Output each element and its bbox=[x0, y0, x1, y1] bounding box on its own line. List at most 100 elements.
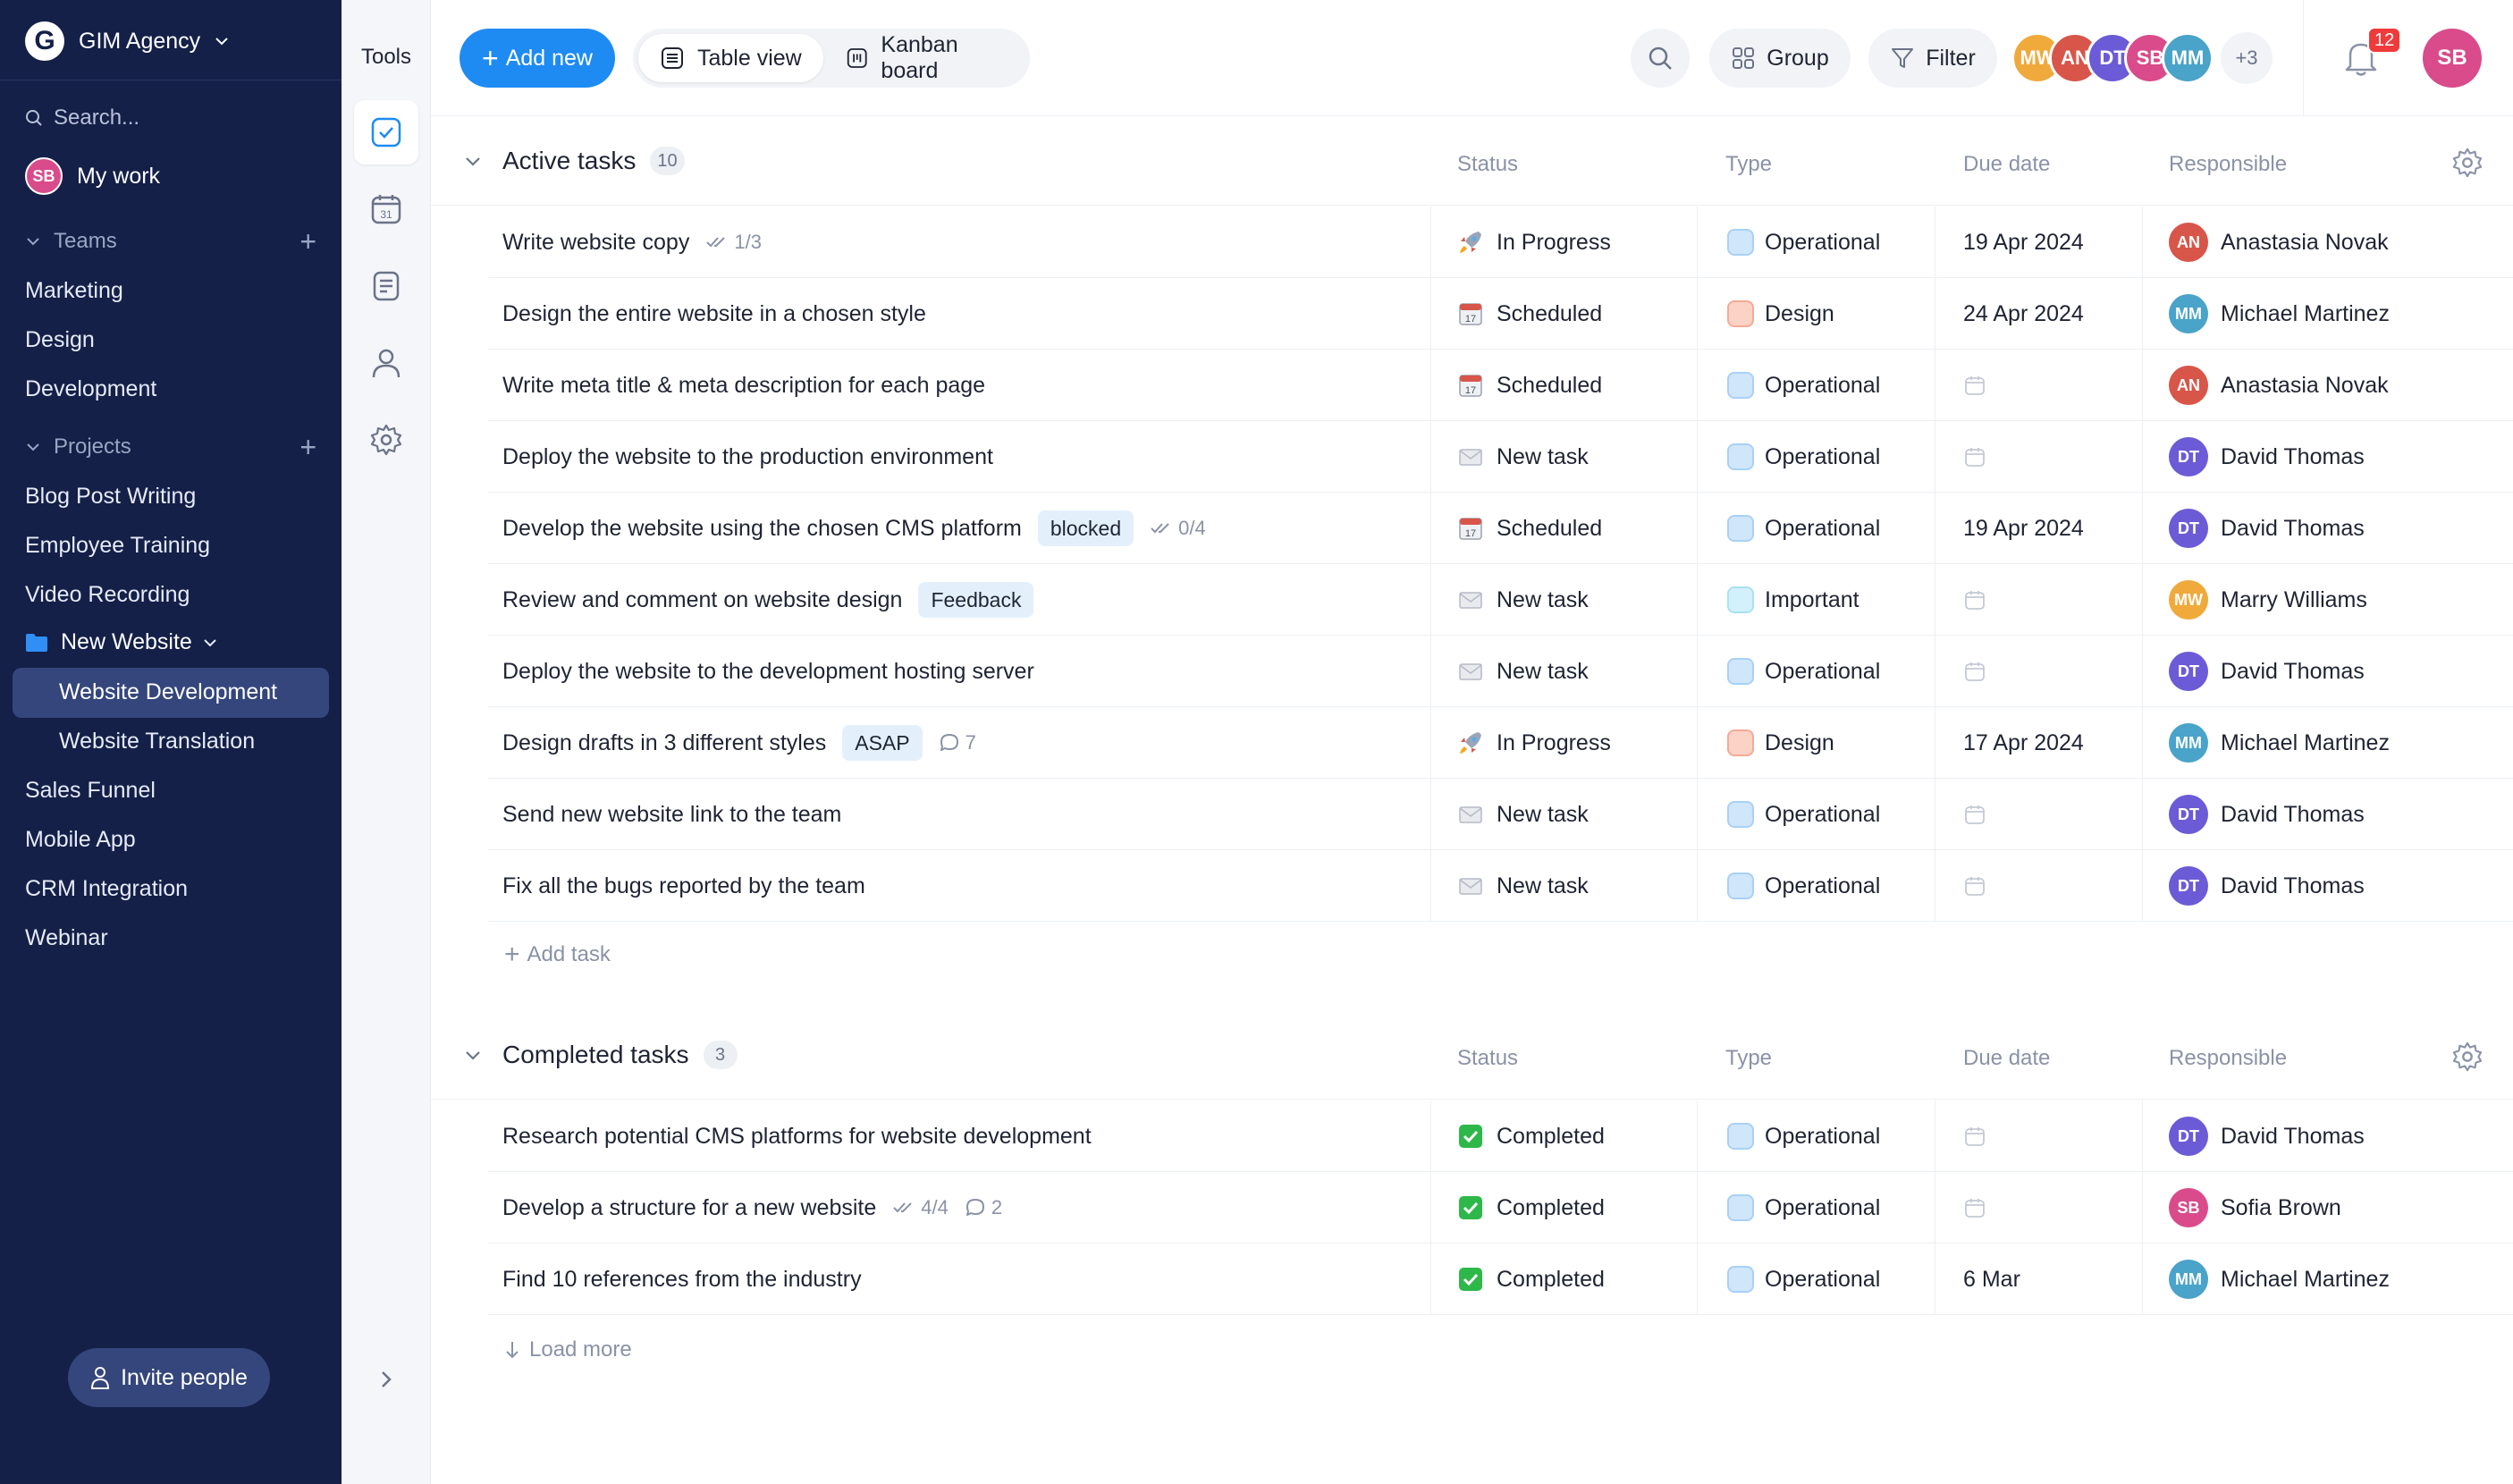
status-cell[interactable]: In Progress bbox=[1457, 707, 1611, 779]
table-row[interactable]: Review and comment on website design Feed… bbox=[488, 564, 2513, 636]
sidebar-item-team[interactable]: Design bbox=[25, 327, 95, 353]
sidebar-folder-new-website[interactable]: New Website bbox=[25, 629, 217, 655]
responsible-cell[interactable]: AN Anastasia Novak bbox=[2169, 350, 2389, 421]
member-avatars[interactable]: MW AN DT SB MM +3 bbox=[2011, 30, 2273, 86]
status-cell[interactable]: 17 Scheduled bbox=[1457, 278, 1602, 350]
due-date-cell[interactable] bbox=[1963, 850, 1986, 922]
tool-tasks[interactable] bbox=[354, 100, 418, 164]
sidebar-search[interactable]: Search... bbox=[25, 105, 139, 131]
responsible-cell[interactable]: DT David Thomas bbox=[2169, 779, 2365, 850]
task-title[interactable]: Send new website link to the team bbox=[502, 802, 841, 828]
due-date-cell[interactable]: 17 Apr 2024 bbox=[1963, 707, 2084, 779]
type-cell[interactable]: Operational bbox=[1727, 1172, 1880, 1244]
my-work-link[interactable]: SB My work bbox=[25, 157, 160, 195]
invite-people-button[interactable]: Invite people bbox=[68, 1348, 270, 1407]
tab-kanban-board[interactable]: Kanban board bbox=[824, 32, 1030, 83]
status-cell[interactable]: Completed bbox=[1457, 1100, 1605, 1172]
add-team-icon[interactable]: + bbox=[299, 227, 316, 256]
calendar-icon[interactable] bbox=[1963, 874, 1986, 898]
status-cell[interactable]: New task bbox=[1457, 779, 1589, 850]
responsible-cell[interactable]: MW Marry Williams bbox=[2169, 564, 2367, 636]
due-date-text[interactable]: 17 Apr 2024 bbox=[1963, 730, 2084, 756]
sidebar-item-website-translation[interactable]: Website Translation bbox=[59, 729, 255, 755]
task-cell[interactable]: Develop the website using the chosen CMS… bbox=[502, 493, 1206, 564]
status-cell[interactable]: New task bbox=[1457, 421, 1589, 493]
sidebar-item-project[interactable]: Video Recording bbox=[25, 582, 190, 608]
due-date-cell[interactable] bbox=[1963, 421, 1986, 493]
teams-section-header[interactable]: Teams + bbox=[25, 227, 316, 256]
task-title[interactable]: Develop a structure for a new website bbox=[502, 1195, 876, 1221]
task-title[interactable]: Research potential CMS platforms for web… bbox=[502, 1124, 1092, 1150]
calendar-icon[interactable] bbox=[1963, 660, 1986, 683]
calendar-icon[interactable] bbox=[1963, 445, 1986, 468]
task-tag[interactable]: blocked bbox=[1037, 510, 1134, 546]
responsible-cell[interactable]: MM Michael Martinez bbox=[2169, 707, 2390, 779]
responsible-cell[interactable]: DT David Thomas bbox=[2169, 421, 2365, 493]
user-menu[interactable]: SB bbox=[2423, 29, 2482, 88]
task-cell[interactable]: Research potential CMS platforms for web… bbox=[502, 1100, 1092, 1172]
task-cell[interactable]: Design the entire website in a chosen st… bbox=[502, 278, 926, 350]
more-members-count[interactable]: +3 bbox=[2221, 32, 2273, 84]
status-cell[interactable]: New task bbox=[1457, 850, 1589, 922]
projects-section-header[interactable]: Projects + bbox=[25, 433, 316, 461]
calendar-icon[interactable] bbox=[1963, 374, 1986, 397]
comments-counter[interactable]: 2 bbox=[965, 1196, 1002, 1219]
status-cell[interactable]: Completed bbox=[1457, 1244, 1605, 1315]
sidebar-item-project[interactable]: Webinar bbox=[25, 925, 108, 951]
table-row[interactable]: Research potential CMS platforms for web… bbox=[488, 1100, 2513, 1172]
task-title[interactable]: Find 10 references from the industry bbox=[502, 1267, 862, 1293]
due-date-cell[interactable] bbox=[1963, 564, 1986, 636]
task-tag[interactable]: ASAP bbox=[842, 725, 923, 761]
status-cell[interactable]: New task bbox=[1457, 636, 1589, 707]
task-cell[interactable]: Fix all the bugs reported by the team bbox=[502, 850, 865, 922]
column-header-status[interactable]: Status bbox=[1457, 1046, 1518, 1071]
task-title[interactable]: Design the entire website in a chosen st… bbox=[502, 301, 926, 327]
responsible-cell[interactable]: DT David Thomas bbox=[2169, 636, 2365, 707]
calendar-icon[interactable] bbox=[1963, 1196, 1986, 1219]
sidebar-item-project[interactable]: Blog Post Writing bbox=[25, 484, 196, 510]
status-cell[interactable]: 17 Scheduled bbox=[1457, 493, 1602, 564]
due-date-cell[interactable]: 6 Mar bbox=[1963, 1244, 2020, 1315]
task-title[interactable]: Write website copy bbox=[502, 230, 689, 256]
type-cell[interactable]: Important bbox=[1727, 564, 1859, 636]
table-row[interactable]: Send new website link to the team New tas… bbox=[488, 779, 2513, 850]
tool-calendar[interactable]: 31 bbox=[354, 177, 418, 241]
responsible-cell[interactable]: DT David Thomas bbox=[2169, 1100, 2365, 1172]
add-project-icon[interactable]: + bbox=[299, 433, 316, 461]
type-cell[interactable]: Operational bbox=[1727, 779, 1880, 850]
responsible-cell[interactable]: MM Michael Martinez bbox=[2169, 278, 2390, 350]
task-cell[interactable]: Write website copy 1/3 bbox=[502, 207, 762, 278]
table-row[interactable]: Deploy the website to the production env… bbox=[488, 421, 2513, 493]
sidebar-item-team[interactable]: Marketing bbox=[25, 278, 123, 304]
type-cell[interactable]: Operational bbox=[1727, 421, 1880, 493]
task-tag[interactable]: Feedback bbox=[918, 582, 1034, 618]
responsible-cell[interactable]: AN Anastasia Novak bbox=[2169, 207, 2389, 278]
type-cell[interactable]: Operational bbox=[1727, 493, 1880, 564]
task-title[interactable]: Deploy the website to the production env… bbox=[502, 444, 993, 470]
type-cell[interactable]: Operational bbox=[1727, 850, 1880, 922]
due-date-text[interactable]: 19 Apr 2024 bbox=[1963, 230, 2084, 256]
due-date-cell[interactable] bbox=[1963, 1100, 1986, 1172]
type-cell[interactable]: Operational bbox=[1727, 207, 1880, 278]
sidebar-item-project[interactable]: Sales Funnel bbox=[25, 778, 156, 804]
search-button[interactable] bbox=[1631, 29, 1690, 88]
type-cell[interactable]: Design bbox=[1727, 707, 1834, 779]
responsible-cell[interactable]: DT David Thomas bbox=[2169, 850, 2365, 922]
filter-button[interactable]: Filter bbox=[1868, 29, 1997, 88]
add-new-button[interactable]: + Add new bbox=[460, 29, 615, 88]
due-date-cell[interactable]: 19 Apr 2024 bbox=[1963, 207, 2084, 278]
task-cell[interactable]: Send new website link to the team bbox=[502, 779, 841, 850]
task-cell[interactable]: Deploy the website to the development ho… bbox=[502, 636, 1034, 707]
task-title[interactable]: Develop the website using the chosen CMS… bbox=[502, 516, 1022, 542]
table-row[interactable]: Write website copy 1/3 In Progress Operatio… bbox=[488, 207, 2513, 278]
type-cell[interactable]: Operational bbox=[1727, 636, 1880, 707]
task-cell[interactable]: Deploy the website to the production env… bbox=[502, 421, 993, 493]
column-header-due-date[interactable]: Due date bbox=[1963, 152, 2050, 177]
chevron-down-icon[interactable] bbox=[463, 1046, 483, 1066]
table-row[interactable]: Design drafts in 3 different styles ASAP 7… bbox=[488, 707, 2513, 779]
status-cell[interactable]: Completed bbox=[1457, 1172, 1605, 1244]
tab-table-view[interactable]: Table view bbox=[638, 34, 823, 82]
task-cell[interactable]: Design drafts in 3 different styles ASAP 7 bbox=[502, 707, 976, 779]
due-date-cell[interactable] bbox=[1963, 1172, 1986, 1244]
sidebar-item-project[interactable]: CRM Integration bbox=[25, 876, 188, 902]
